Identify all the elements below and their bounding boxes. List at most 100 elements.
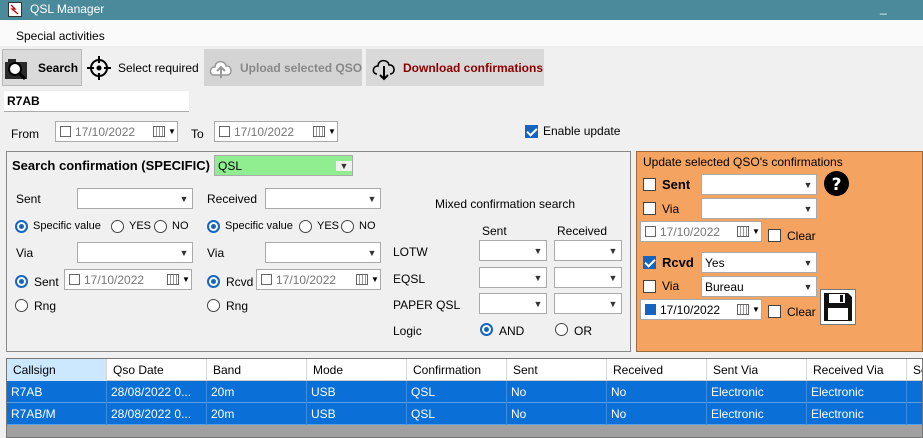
calendar-icon xyxy=(737,226,749,237)
eqsl-sent-select[interactable]: ▼ xyxy=(479,267,547,288)
select-required-button[interactable]: Select required xyxy=(86,49,202,86)
chevron-down-icon: ▼ xyxy=(179,193,189,204)
chevron-down-icon: ▼ xyxy=(608,245,618,256)
sent-date-picker[interactable]: 17/10/2022 ▼ xyxy=(64,269,192,290)
enable-update-checkbox[interactable] xyxy=(525,125,538,138)
from-date-value: 17/10/2022 xyxy=(75,124,136,139)
received-via-label: Via xyxy=(207,246,225,260)
chevron-down-icon: ▼ xyxy=(182,275,190,284)
question-mark-icon[interactable]: ? xyxy=(823,170,850,197)
column-header-mode[interactable]: Mode xyxy=(307,359,407,381)
search-label: Search xyxy=(38,60,79,75)
clear-sent-checkbox[interactable] xyxy=(768,229,781,242)
received-via-select[interactable]: ▼ xyxy=(265,242,381,263)
received-no-radio[interactable] xyxy=(341,220,354,233)
rcvd-date-checkbox[interactable] xyxy=(261,274,272,285)
update-via2-select[interactable]: Bureau ▼ xyxy=(701,276,817,297)
received-yes-radio[interactable] xyxy=(299,220,312,233)
column-header-sent[interactable]: Sent xyxy=(507,359,607,381)
column-header-callsign[interactable]: Callsign xyxy=(7,359,107,381)
rcvd-date-radio[interactable] xyxy=(207,275,220,288)
update-via-checkbox[interactable] xyxy=(643,202,656,215)
sent-select[interactable]: ▼ xyxy=(77,188,193,209)
paper-qsl-sent-select[interactable]: ▼ xyxy=(479,293,547,314)
from-date-checkbox[interactable] xyxy=(60,126,71,137)
logic-label: Logic xyxy=(393,324,422,338)
cell-mode: USB xyxy=(307,381,407,403)
app-icon xyxy=(8,2,22,17)
minimize-button[interactable]: _ xyxy=(880,1,898,18)
floppy-disk-icon[interactable] xyxy=(820,289,856,325)
update-rcvd-checkbox[interactable] xyxy=(643,256,656,269)
clear-rcvd-checkbox[interactable] xyxy=(768,305,781,318)
update-sent-date-checkbox[interactable] xyxy=(645,226,656,237)
update-via-select[interactable]: ▼ xyxy=(701,198,817,219)
column-header-received[interactable]: Received xyxy=(607,359,707,381)
cell-band: 20m xyxy=(207,403,307,425)
update-panel-title: Update selected QSO's confirmations xyxy=(643,155,843,169)
chevron-down-icon: ▼ xyxy=(533,298,543,309)
column-header-received-via[interactable]: Received Via xyxy=(807,359,907,381)
to-date-picker[interactable]: 17/10/2022 ▼ xyxy=(214,121,338,142)
search-button[interactable]: Search xyxy=(2,49,82,86)
column-header-confirmation[interactable]: Confirmation xyxy=(407,359,507,381)
confirmation-type-select[interactable]: QSL ▼ xyxy=(214,155,353,176)
chevron-down-icon: ▼ xyxy=(533,245,543,256)
sent-yes-radio[interactable] xyxy=(111,220,124,233)
sent-via-select[interactable]: ▼ xyxy=(77,242,193,263)
update-rcvd-date-checkbox[interactable] xyxy=(645,304,656,315)
received-specific-value-label: Specific value xyxy=(225,220,293,232)
update-via2-checkbox[interactable] xyxy=(643,280,656,293)
download-confirmations-button[interactable]: Download confirmations xyxy=(366,49,544,86)
update-rcvd-date-picker[interactable]: 17/10/2022 ▼ xyxy=(640,299,762,320)
column-header-sent-via[interactable]: Sent Via xyxy=(707,359,807,381)
to-date-checkbox[interactable] xyxy=(219,126,230,137)
chevron-down-icon: ▼ xyxy=(336,160,352,171)
update-sent-select[interactable]: ▼ xyxy=(701,174,817,195)
chevron-down-icon: ▼ xyxy=(803,257,813,268)
logic-and-radio[interactable] xyxy=(480,323,493,336)
eqsl-received-select[interactable]: ▼ xyxy=(554,267,622,288)
logic-or-radio[interactable] xyxy=(555,323,568,336)
sent-no-radio[interactable] xyxy=(154,220,167,233)
mixed-search-title: Mixed confirmation search xyxy=(435,197,576,211)
received-specific-value-radio[interactable] xyxy=(207,220,220,233)
upload-qso-button[interactable]: Upload selected QSO xyxy=(204,49,362,86)
sent-specific-value-radio[interactable] xyxy=(15,220,28,233)
rcvd-date-label: Rcvd xyxy=(226,275,254,289)
column-header-band[interactable]: Band xyxy=(207,359,307,381)
lotw-received-select[interactable]: ▼ xyxy=(554,240,622,261)
paper-qsl-received-select[interactable]: ▼ xyxy=(554,293,622,314)
sent-rng-radio[interactable] xyxy=(15,299,28,312)
column-header-se[interactable]: Se xyxy=(907,359,922,381)
update-via2-label: Via xyxy=(662,279,680,293)
chevron-down-icon: ▼ xyxy=(371,275,379,284)
received-select[interactable]: ▼ xyxy=(265,188,381,209)
confirmation-type-value: QSL xyxy=(218,158,243,173)
table-row[interactable]: R7AB 28/08/2022 0... 20m USB QSL No No E… xyxy=(7,381,922,403)
rcvd-date-picker[interactable]: 17/10/2022 ▼ xyxy=(256,269,381,290)
update-sent-date-picker[interactable]: 17/10/2022 ▼ xyxy=(640,221,762,242)
chevron-down-icon: ▼ xyxy=(803,203,813,214)
rcvd-rng-radio[interactable] xyxy=(207,299,220,312)
sent-date-checkbox[interactable] xyxy=(69,274,80,285)
title-bar: QSL Manager _ xyxy=(0,0,923,20)
menu-special-activities[interactable]: Special activities xyxy=(16,29,105,43)
update-sent-checkbox[interactable] xyxy=(643,178,656,191)
callsign-field[interactable]: R7AB xyxy=(4,91,189,112)
enable-update-label: Enable update xyxy=(543,124,621,138)
lotw-sent-select[interactable]: ▼ xyxy=(479,240,547,261)
column-header-qso-date[interactable]: Qso Date xyxy=(107,359,207,381)
crosshair-icon xyxy=(87,55,111,80)
sent-date-radio[interactable] xyxy=(15,275,28,288)
update-rcvd-select[interactable]: Yes ▼ xyxy=(701,252,817,273)
from-date-picker[interactable]: 17/10/2022 ▼ xyxy=(55,121,178,142)
svg-text:?: ? xyxy=(832,175,842,195)
table-row[interactable]: R7AB/M 28/08/2022 0... 20m USB QSL No No… xyxy=(7,403,922,425)
cell-sent: No xyxy=(507,403,607,425)
update-rcvd-date-value: 17/10/2022 xyxy=(660,302,721,317)
cell-sent-via: Electronic xyxy=(707,403,807,425)
chevron-down-icon: ▼ xyxy=(367,247,377,258)
cell-confirmation: QSL xyxy=(407,403,507,425)
download-confirmations-label: Download confirmations xyxy=(403,60,544,75)
